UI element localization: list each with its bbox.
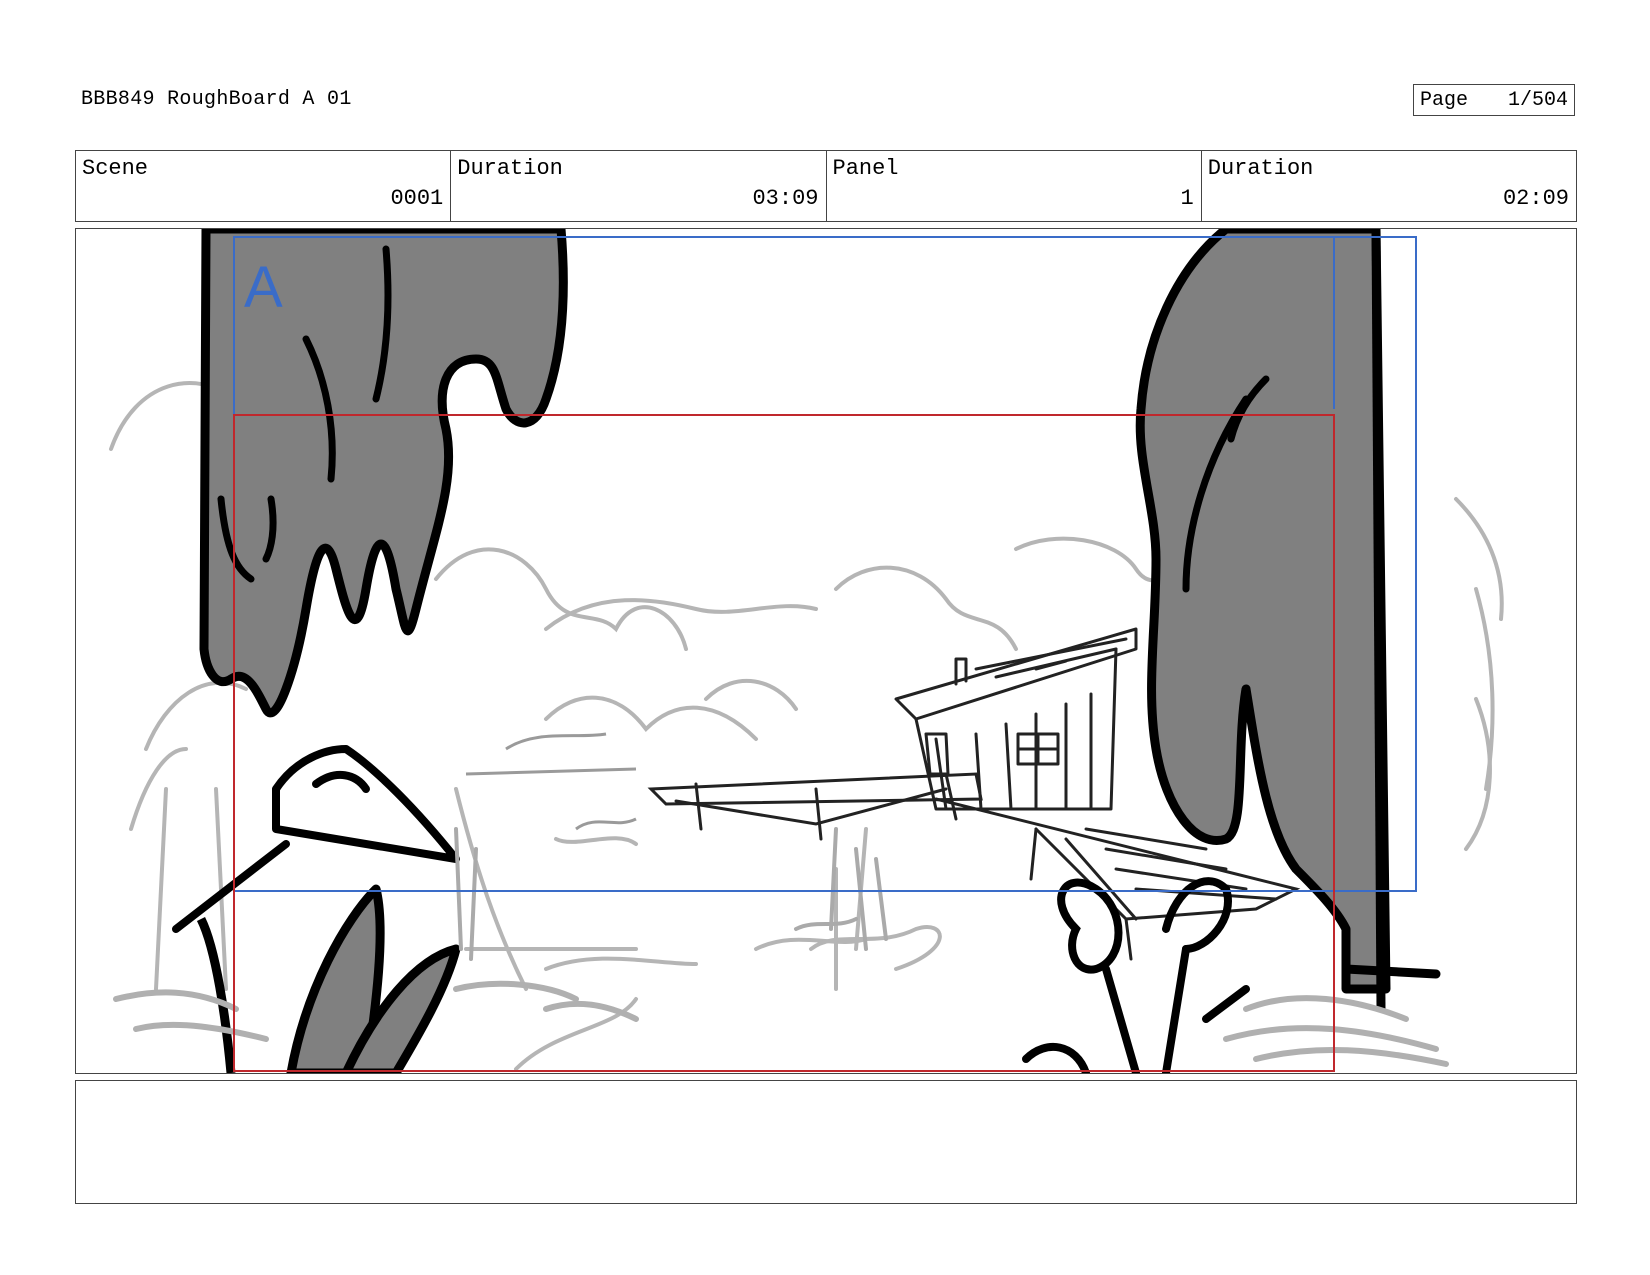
boathouse — [894, 627, 1138, 811]
info-cell-scene-duration: Duration 03:09 — [451, 151, 827, 221]
shoreline — [465, 732, 637, 831]
info-label: Scene — [82, 156, 149, 181]
info-cell-scene: Scene 0001 — [76, 151, 452, 221]
info-table: Scene 0001 Duration 03:09 Panel 1 Durati… — [75, 150, 1577, 222]
notes-box[interactable] — [75, 1080, 1577, 1204]
info-label: Duration — [457, 156, 563, 181]
page-indicator: Page 1/504 — [1413, 84, 1575, 116]
info-cell-panel: Panel 1 — [827, 151, 1202, 221]
info-value: 03:09 — [752, 186, 819, 211]
info-value: 0001 — [390, 186, 444, 211]
foreground-bushes-left — [196, 884, 461, 1073]
camera-field-label: A — [244, 255, 283, 320]
page-label: Page — [1420, 88, 1469, 112]
foreground-bushes-right — [1022, 877, 1250, 1073]
info-cell-panel-duration: Duration 02:09 — [1202, 151, 1576, 221]
info-value: 1 — [1180, 186, 1194, 211]
storyboard-panel: A — [75, 228, 1577, 1074]
info-label: Duration — [1207, 156, 1314, 181]
panel-drawing: A — [109, 229, 1504, 1073]
document-title: BBB849 RoughBoard A 01 — [81, 88, 352, 111]
info-label: Panel — [832, 156, 899, 181]
info-value: 02:09 — [1502, 186, 1569, 211]
page-number: 1/504 — [1507, 88, 1568, 112]
right-tree-trunk — [1135, 229, 1391, 994]
